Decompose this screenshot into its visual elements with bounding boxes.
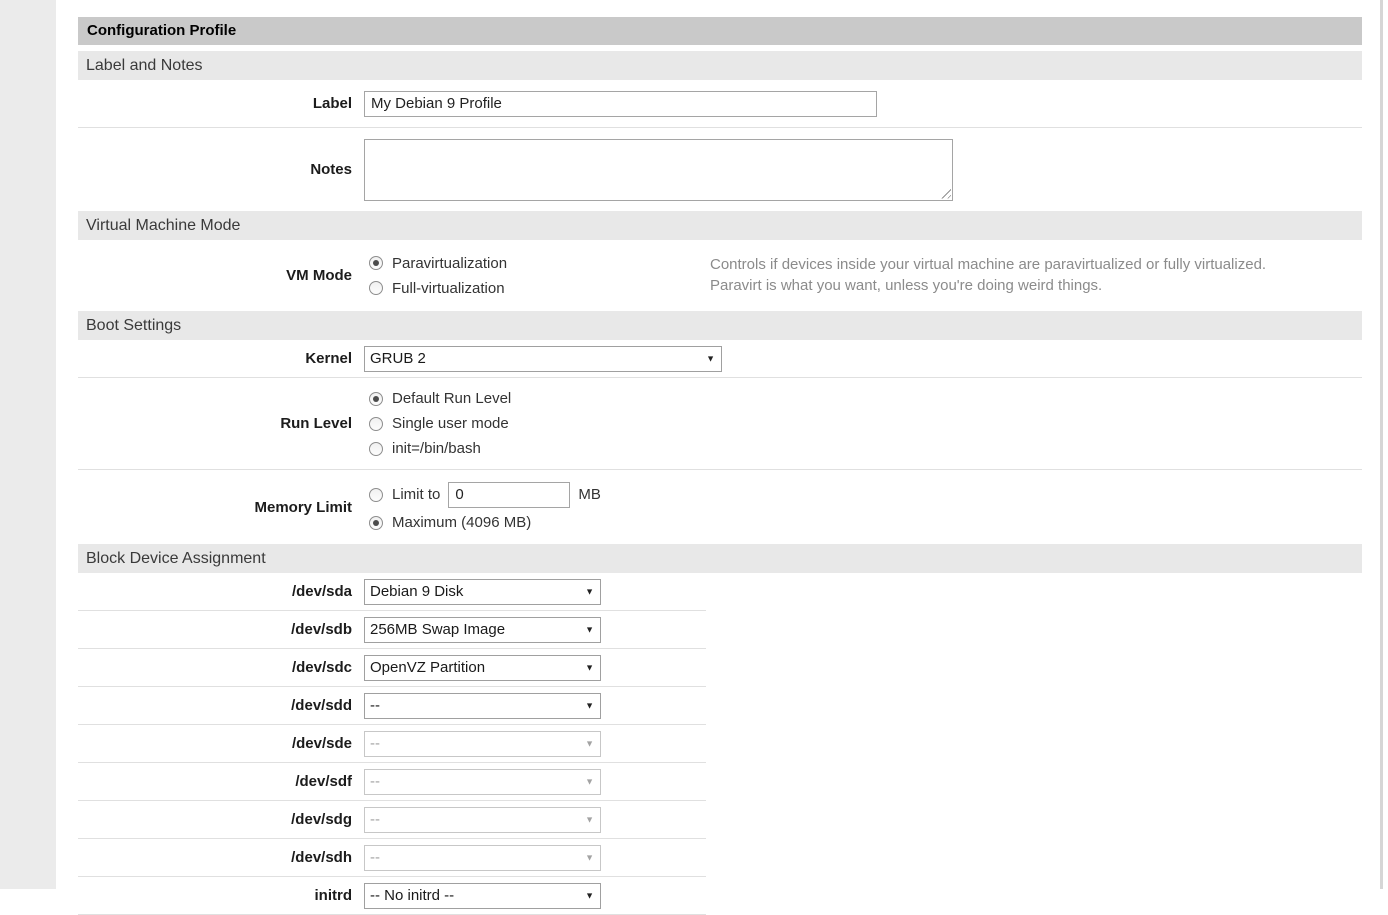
run-level-field-label: Run Level bbox=[78, 415, 352, 432]
block-device-select-value: OpenVZ Partition bbox=[370, 659, 485, 676]
dropdown-arrow-icon: ▼ bbox=[706, 354, 715, 363]
block-device-select[interactable]: -- ▼ bbox=[364, 769, 601, 795]
block-device-select-value: Debian 9 Disk bbox=[370, 583, 463, 600]
block-device-row: initrd -- No initrd -- ▼ bbox=[78, 877, 706, 915]
left-gutter bbox=[0, 0, 56, 889]
block-device-select-value: -- No initrd -- bbox=[370, 887, 454, 904]
full-virtualization-option[interactable]: Full-virtualization bbox=[364, 276, 507, 301]
single-user-mode-option[interactable]: Single user mode bbox=[364, 411, 511, 436]
notes-textarea[interactable] bbox=[364, 139, 953, 201]
kernel-select[interactable]: GRUB 2 ▼ bbox=[364, 346, 722, 372]
label-row: Label bbox=[78, 80, 1362, 128]
memory-limit-field-label: Memory Limit bbox=[78, 499, 352, 516]
single-user-mode-label: Single user mode bbox=[392, 415, 509, 432]
memory-limit-to-option[interactable]: Limit to MB bbox=[364, 479, 601, 510]
block-device-label: /dev/sdh bbox=[78, 849, 352, 866]
init-bin-bash-label: init=/bin/bash bbox=[392, 440, 481, 457]
section-header-label-and-notes: Label and Notes bbox=[78, 51, 1362, 80]
init-bin-bash-option[interactable]: init=/bin/bash bbox=[364, 436, 511, 461]
block-device-rows: /dev/sda Debian 9 Disk ▼ /dev/sdb 256MB … bbox=[78, 573, 1362, 915]
default-run-level-radio[interactable] bbox=[369, 392, 383, 406]
dropdown-arrow-icon: ▼ bbox=[585, 853, 594, 862]
block-device-select-value: -- bbox=[370, 773, 380, 790]
label-input[interactable] bbox=[364, 91, 877, 117]
block-device-select[interactable]: OpenVZ Partition ▼ bbox=[364, 655, 601, 681]
section-header-vm-mode: Virtual Machine Mode bbox=[78, 211, 1362, 240]
dropdown-arrow-icon: ▼ bbox=[585, 891, 594, 900]
dropdown-arrow-icon: ▼ bbox=[585, 587, 594, 596]
dropdown-arrow-icon: ▼ bbox=[585, 625, 594, 634]
block-device-select-value: -- bbox=[370, 735, 380, 752]
block-device-select-value: -- bbox=[370, 849, 380, 866]
block-device-select[interactable]: -- No initrd -- ▼ bbox=[364, 883, 601, 909]
init-bin-bash-radio[interactable] bbox=[369, 442, 383, 456]
full-virtualization-radio[interactable] bbox=[369, 281, 383, 295]
block-device-row: /dev/sdc OpenVZ Partition ▼ bbox=[78, 649, 706, 687]
vm-mode-row: VM Mode Paravirtualization Full-virtuali… bbox=[78, 240, 1362, 311]
block-device-select[interactable]: 256MB Swap Image ▼ bbox=[364, 617, 601, 643]
block-device-row: /dev/sdb 256MB Swap Image ▼ bbox=[78, 611, 706, 649]
block-device-select[interactable]: -- ▼ bbox=[364, 693, 601, 719]
block-device-select[interactable]: Debian 9 Disk ▼ bbox=[364, 579, 601, 605]
block-device-select[interactable]: -- ▼ bbox=[364, 731, 601, 757]
memory-maximum-radio[interactable] bbox=[369, 516, 383, 530]
block-device-select-value: 256MB Swap Image bbox=[370, 621, 505, 638]
dropdown-arrow-icon: ▼ bbox=[585, 777, 594, 786]
block-device-label: /dev/sdg bbox=[78, 811, 352, 828]
configuration-profile-panel: Configuration Profile Label and Notes La… bbox=[78, 17, 1362, 915]
block-device-select-value: -- bbox=[370, 811, 380, 828]
default-run-level-label: Default Run Level bbox=[392, 390, 511, 407]
block-device-select[interactable]: -- ▼ bbox=[364, 807, 601, 833]
block-device-row: /dev/sdg -- ▼ bbox=[78, 801, 706, 839]
memory-limit-to-label: Limit to bbox=[392, 486, 440, 503]
memory-limit-unit: MB bbox=[578, 486, 601, 503]
paravirtualization-label: Paravirtualization bbox=[392, 255, 507, 272]
memory-maximum-option[interactable]: Maximum (4096 MB) bbox=[364, 510, 601, 535]
block-device-row: /dev/sde -- ▼ bbox=[78, 725, 706, 763]
section-header-boot-settings: Boot Settings bbox=[78, 311, 1362, 340]
notes-field-label: Notes bbox=[78, 161, 352, 178]
block-device-label: /dev/sde bbox=[78, 735, 352, 752]
dropdown-arrow-icon: ▼ bbox=[585, 663, 594, 672]
vm-mode-help-text: Controls if devices inside your virtual … bbox=[710, 254, 1350, 296]
vm-mode-help-line2: Paravirt is what you want, unless you're… bbox=[710, 275, 1350, 296]
block-device-select[interactable]: -- ▼ bbox=[364, 845, 601, 871]
memory-limit-input[interactable] bbox=[448, 482, 570, 508]
block-device-row: /dev/sdd -- ▼ bbox=[78, 687, 706, 725]
kernel-field-label: Kernel bbox=[78, 350, 352, 367]
notes-row: Notes bbox=[78, 128, 1362, 211]
single-user-mode-radio[interactable] bbox=[369, 417, 383, 431]
paravirtualization-option[interactable]: Paravirtualization bbox=[364, 251, 507, 276]
vm-mode-field-label: VM Mode bbox=[78, 267, 352, 284]
paravirtualization-radio[interactable] bbox=[369, 256, 383, 270]
kernel-row: Kernel GRUB 2 ▼ bbox=[78, 340, 1362, 378]
memory-limit-row: Memory Limit Limit to MB Maximum (4096 M… bbox=[78, 470, 1362, 544]
page-title: Configuration Profile bbox=[78, 17, 1362, 45]
dropdown-arrow-icon: ▼ bbox=[585, 739, 594, 748]
block-device-label: /dev/sdf bbox=[78, 773, 352, 790]
dropdown-arrow-icon: ▼ bbox=[585, 815, 594, 824]
block-device-label: /dev/sdc bbox=[78, 659, 352, 676]
kernel-select-value: GRUB 2 bbox=[370, 350, 426, 367]
section-header-block-devices: Block Device Assignment bbox=[78, 544, 1362, 573]
block-device-label: initrd bbox=[78, 887, 352, 904]
vm-mode-help-line1: Controls if devices inside your virtual … bbox=[710, 254, 1350, 275]
dropdown-arrow-icon: ▼ bbox=[585, 701, 594, 710]
block-device-label: /dev/sda bbox=[78, 583, 352, 600]
block-device-select-value: -- bbox=[370, 697, 380, 714]
memory-maximum-label: Maximum (4096 MB) bbox=[392, 514, 531, 531]
block-device-label: /dev/sdd bbox=[78, 697, 352, 714]
block-device-label: /dev/sdb bbox=[78, 621, 352, 638]
label-field-label: Label bbox=[78, 95, 352, 112]
full-virtualization-label: Full-virtualization bbox=[392, 280, 505, 297]
default-run-level-option[interactable]: Default Run Level bbox=[364, 386, 511, 411]
block-device-row: /dev/sda Debian 9 Disk ▼ bbox=[78, 573, 706, 611]
run-level-row: Run Level Default Run Level Single user … bbox=[78, 378, 1362, 470]
scrollbar[interactable] bbox=[1380, 0, 1383, 889]
block-device-row: /dev/sdf -- ▼ bbox=[78, 763, 706, 801]
memory-limit-to-radio[interactable] bbox=[369, 488, 383, 502]
block-device-row: /dev/sdh -- ▼ bbox=[78, 839, 706, 877]
